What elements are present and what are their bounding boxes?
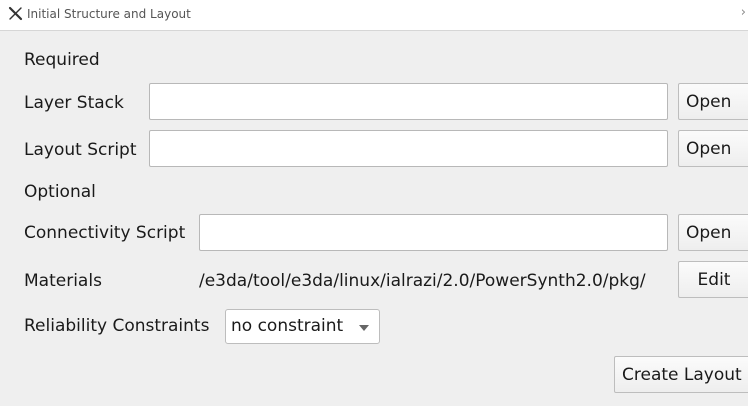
required-section-label: Required bbox=[24, 50, 100, 70]
layer-stack-input[interactable] bbox=[149, 83, 668, 120]
title-bar: Initial Structure and Layout › bbox=[0, 0, 748, 31]
connectivity-script-open-button[interactable]: Open bbox=[678, 214, 748, 251]
reliability-constraints-label: Reliability Constraints bbox=[24, 316, 210, 336]
materials-label: Materials bbox=[24, 271, 102, 291]
dialog-content: Required Layer Stack Open Layout Script … bbox=[0, 31, 748, 406]
materials-path: /e3da/tool/e3da/linux/ialrazi/2.0/PowerS… bbox=[199, 271, 646, 291]
optional-section-label: Optional bbox=[24, 182, 96, 202]
layer-stack-open-button[interactable]: Open bbox=[678, 83, 748, 120]
create-layout-button[interactable]: Create Layout bbox=[614, 356, 748, 393]
x-app-icon bbox=[8, 6, 23, 21]
reliability-constraints-select[interactable]: no constraint bbox=[225, 309, 380, 344]
layout-script-open-button[interactable]: Open bbox=[678, 130, 748, 167]
reliability-selected-value: no constraint bbox=[231, 316, 344, 336]
layer-stack-label: Layer Stack bbox=[24, 93, 124, 113]
window-title: Initial Structure and Layout bbox=[27, 7, 191, 21]
dropdown-arrow-icon bbox=[359, 325, 369, 331]
connectivity-script-input[interactable] bbox=[199, 214, 668, 251]
layout-script-label: Layout Script bbox=[24, 140, 137, 160]
connectivity-script-label: Connectivity Script bbox=[24, 223, 186, 243]
chevron-right-icon[interactable]: › bbox=[741, 5, 746, 20]
materials-edit-button[interactable]: Edit bbox=[678, 261, 748, 298]
layout-script-input[interactable] bbox=[149, 130, 668, 167]
